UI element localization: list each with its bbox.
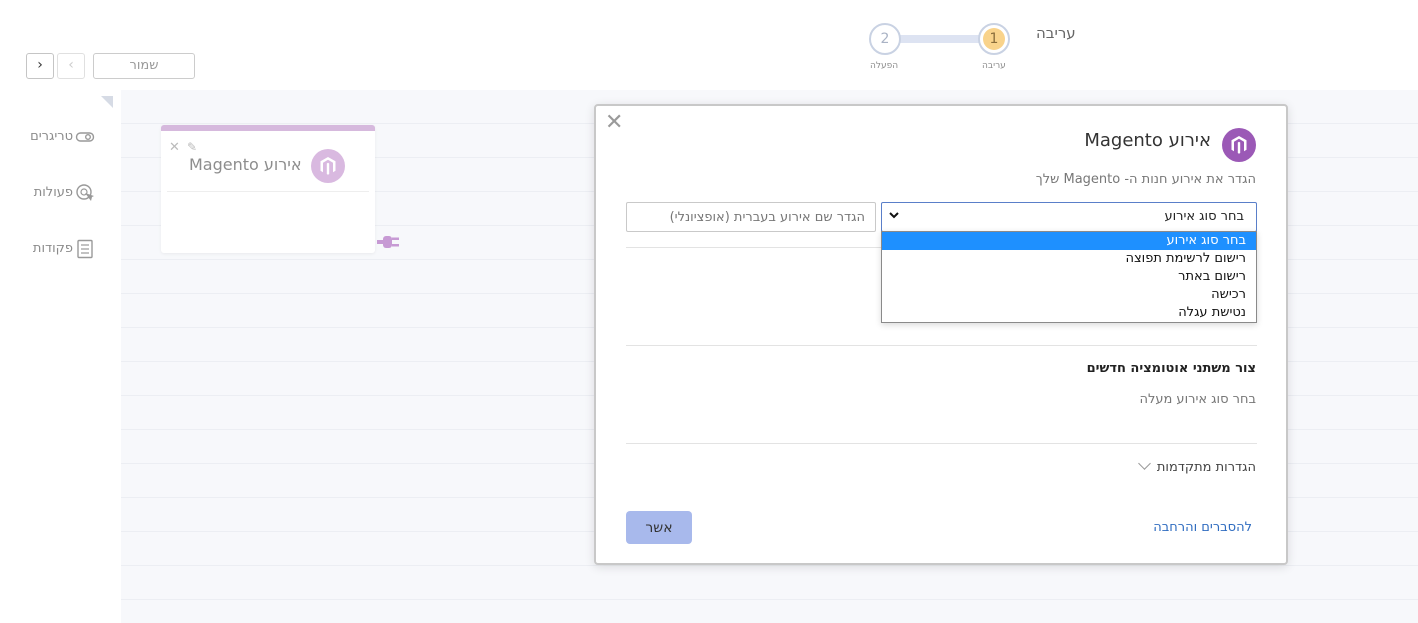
option-choose-event-type[interactable]: בחר סוג אירוע bbox=[882, 232, 1256, 250]
plug-connector-icon[interactable] bbox=[377, 233, 401, 251]
magento-icon bbox=[1222, 128, 1256, 162]
toggle-icon bbox=[75, 127, 95, 147]
step-2-number: 2 bbox=[880, 31, 890, 47]
magento-event-node[interactable]: ✕ ✎ אירוע Magento bbox=[161, 125, 375, 253]
node-close-icon[interactable]: ✕ bbox=[169, 140, 180, 155]
divider bbox=[626, 345, 1257, 346]
step-1-number: 1 bbox=[983, 28, 1005, 50]
prev-button[interactable]: ‹ bbox=[57, 53, 85, 79]
dialog-title: אירוע Magento bbox=[1084, 130, 1211, 151]
close-icon[interactable]: ✕ bbox=[605, 112, 623, 134]
stepper-line bbox=[898, 35, 984, 43]
option-cart-abandonment[interactable]: נטישת עגלה bbox=[882, 304, 1256, 322]
node-edit-icon[interactable]: ✎ bbox=[187, 140, 197, 154]
divider bbox=[626, 443, 1257, 444]
page-title: עריבה bbox=[1036, 24, 1076, 42]
chevron-down-icon bbox=[888, 209, 900, 224]
step-1-label: עריבה bbox=[982, 61, 1006, 71]
advanced-settings-label: הגדרות מתקדמות bbox=[1156, 460, 1256, 475]
sidebar-item-label: טריגרים bbox=[30, 129, 73, 144]
node-divider bbox=[167, 191, 369, 192]
option-newsletter-signup[interactable]: רישום לרשימת תפוצה bbox=[882, 250, 1256, 268]
sidebar-item-label: פעולות bbox=[33, 185, 73, 200]
sidebar-item-label: פקודות bbox=[32, 241, 73, 256]
help-link[interactable]: להסברים והרחבה bbox=[1153, 520, 1252, 535]
event-type-select[interactable]: בחר סוג אירוע bbox=[881, 202, 1257, 232]
document-list-icon bbox=[75, 239, 95, 259]
variables-section-title: צור משתני אוטומציה חדשים bbox=[1086, 361, 1256, 376]
save-button[interactable]: שמור bbox=[93, 53, 195, 79]
step-2-label: הפעלה bbox=[870, 61, 899, 71]
cursor-click-icon bbox=[75, 183, 95, 203]
sidebar-item-actions[interactable]: פעולות bbox=[14, 181, 109, 205]
magento-icon bbox=[311, 149, 345, 183]
sidebar-collapse-corner[interactable] bbox=[101, 96, 113, 108]
sidebar: טריגרים פעולות פקודות bbox=[0, 90, 121, 623]
option-purchase[interactable]: רכישה bbox=[882, 286, 1256, 304]
event-type-options-list: בחר סוג אירוע רישום לרשימת תפוצה רישום ב… bbox=[881, 231, 1257, 323]
step-2-indicator[interactable]: 2 bbox=[869, 23, 901, 55]
event-name-input[interactable] bbox=[626, 202, 876, 232]
event-type-selected-value: בחר סוג אירוע bbox=[1164, 209, 1244, 224]
advanced-settings-toggle[interactable]: הגדרות מתקדמות bbox=[1138, 457, 1256, 475]
next-button[interactable]: › bbox=[26, 53, 54, 79]
sidebar-item-commands[interactable]: פקודות bbox=[14, 237, 109, 261]
stepper: 2 1 עריבה הפעלה bbox=[866, 20, 1026, 80]
sidebar-item-triggers[interactable]: טריגרים bbox=[14, 125, 109, 149]
magento-event-dialog: ✕ אירוע Magento הגדר את אירוע חנות ה- Ma… bbox=[594, 104, 1288, 565]
node-title: אירוע Magento bbox=[189, 155, 302, 174]
confirm-button[interactable]: אשר bbox=[626, 511, 692, 544]
dialog-subtitle: הגדר את אירוע חנות ה- Magento שלך bbox=[1035, 172, 1256, 187]
app-root: עריבה 2 1 עריבה הפעלה › ‹ שמור טריגרים פ… bbox=[0, 0, 1418, 623]
variables-section-note: בחר סוג אירוע מעלה bbox=[1139, 392, 1256, 407]
top-header: עריבה 2 1 עריבה הפעלה › ‹ שמור bbox=[0, 0, 1418, 90]
chevron-down-icon bbox=[1138, 457, 1151, 470]
step-1-indicator[interactable]: 1 bbox=[978, 23, 1010, 55]
option-site-registration[interactable]: רישום באתר bbox=[882, 268, 1256, 286]
